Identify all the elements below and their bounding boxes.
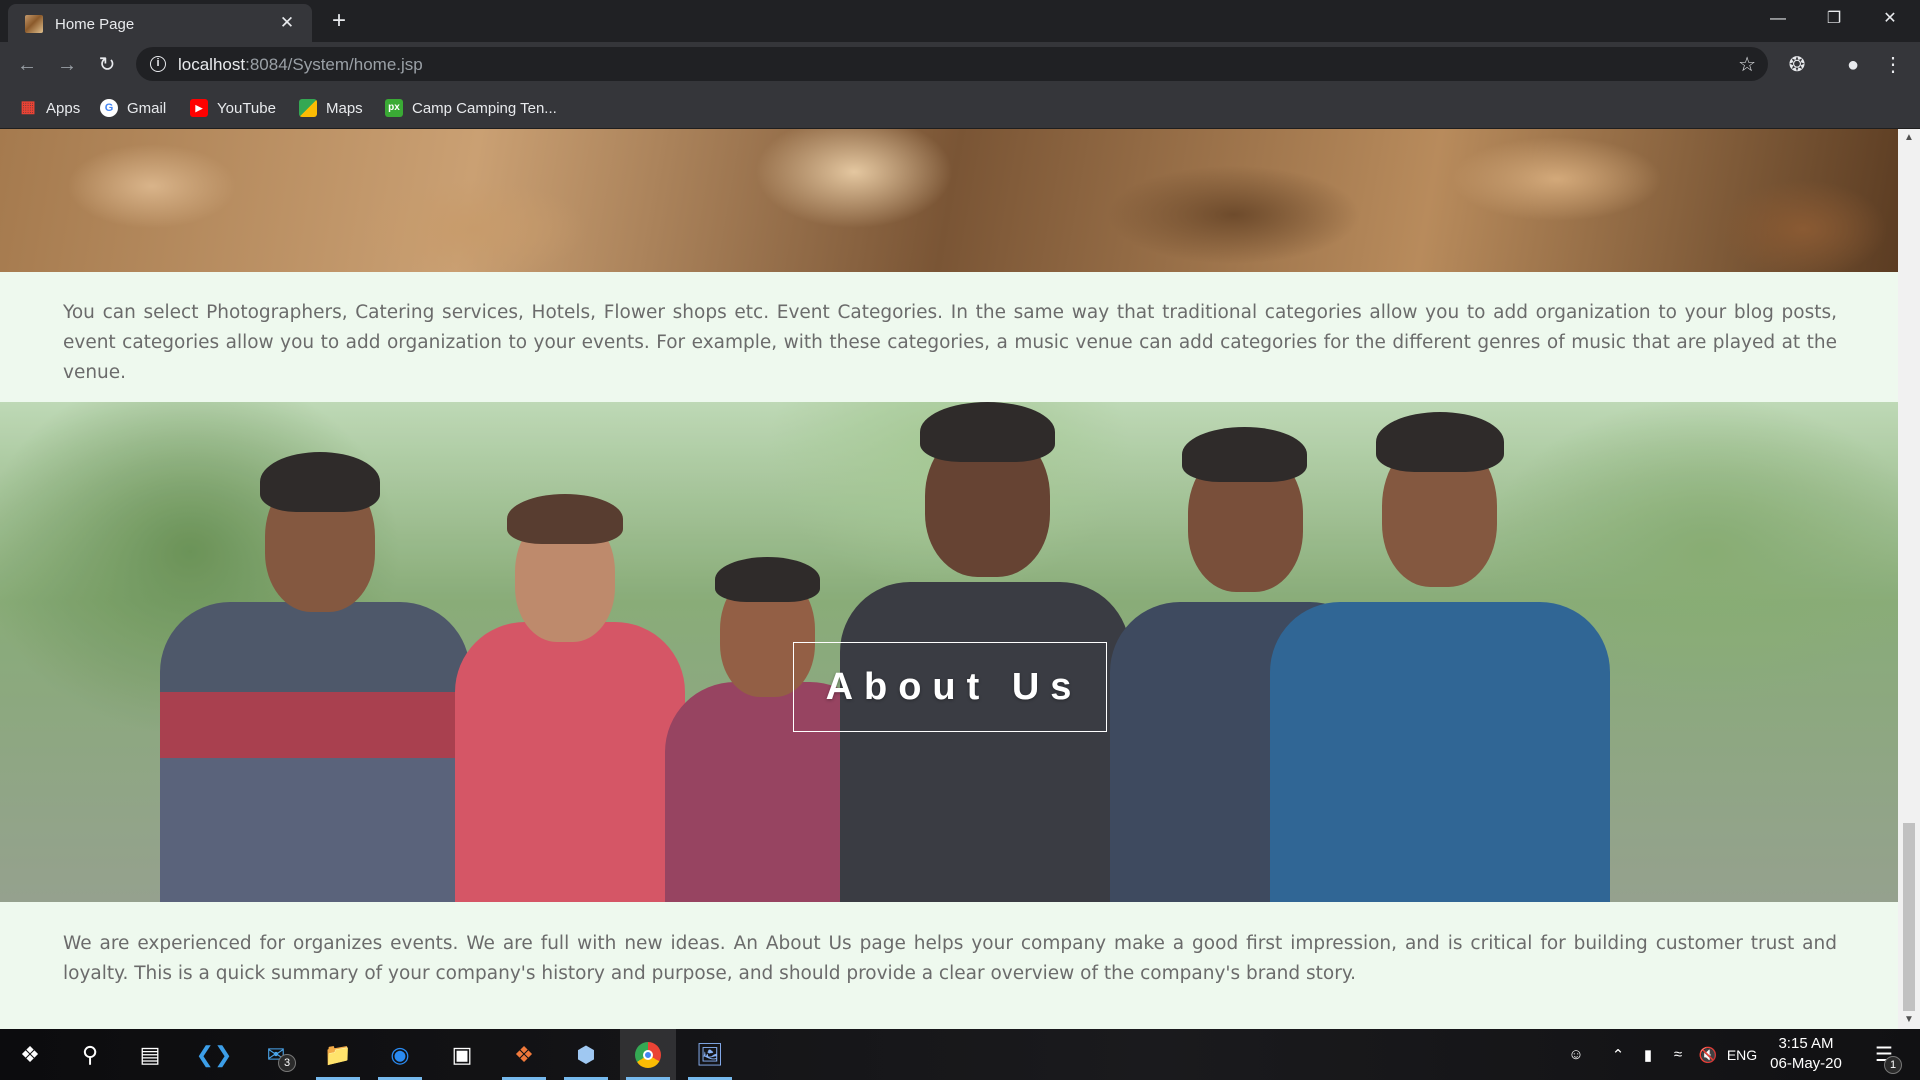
maps-icon [299, 99, 317, 117]
reload-icon[interactable]: ↻ [92, 50, 122, 80]
terminal-icon[interactable]: ▣ [434, 1029, 490, 1080]
windows-taskbar: ❖ ⚲ ▤ ❮❯ ✉ 3 📁 ◉ ▣ ❖ ⬢ 🖼 ☺ ⌃ ▮ ≈ 🔇 ENG 3:… [0, 1029, 1920, 1080]
tab-close-icon[interactable]: ✕ [276, 12, 298, 34]
restore-button[interactable]: ❐ [1806, 0, 1862, 38]
mail-badge: 3 [278, 1054, 296, 1072]
site-info-icon[interactable]: i [150, 56, 166, 72]
vscode-icon[interactable]: ❮❯ [186, 1029, 242, 1080]
bookmark-apps[interactable]: ▦ Apps [19, 87, 80, 129]
google-icon: G [100, 99, 118, 117]
address-bar[interactable]: i localhost:8084/System/home.jsp ☆ [136, 47, 1768, 81]
scrollbar-thumb[interactable] [1903, 823, 1915, 1011]
show-hidden-icons-icon[interactable]: ⌃ [1604, 1029, 1632, 1080]
firefox-icon[interactable]: ◉ [372, 1029, 428, 1080]
url-host: localhost [178, 55, 246, 74]
new-tab-button[interactable]: + [325, 7, 353, 35]
team-photo: About Us [0, 402, 1898, 902]
virtualbox-icon[interactable]: ⬢ [558, 1029, 614, 1080]
tab-strip: Home Page ✕ + — ❐ ✕ [0, 0, 1920, 42]
bookmark-label: Gmail [127, 99, 167, 117]
forward-arrow-icon[interactable]: → [52, 50, 82, 80]
people-icon[interactable]: ☺ [1560, 1029, 1592, 1080]
language-indicator[interactable]: ENG [1724, 1029, 1760, 1080]
file-explorer-icon[interactable]: 📁 [310, 1029, 366, 1080]
xampp-icon[interactable]: ❖ [496, 1029, 552, 1080]
bookmark-label: Maps [326, 99, 363, 117]
about-us-heading: About Us [793, 642, 1107, 732]
volume-muted-icon[interactable]: 🔇 [1694, 1029, 1722, 1080]
notification-center-icon[interactable]: ☰ 1 [1862, 1029, 1906, 1080]
scroll-down-arrow-icon[interactable]: ▼ [1898, 1011, 1920, 1029]
tab-home-page[interactable]: Home Page ✕ [8, 4, 312, 42]
bookmarks-bar: ▦ Apps G Gmail ▶ YouTube Maps px Camp Ca… [0, 87, 1920, 129]
px-icon: px [385, 99, 403, 117]
battery-icon[interactable]: ▮ [1634, 1029, 1662, 1080]
clock-time: 3:15 AM [1778, 1035, 1834, 1052]
scroll-up-arrow-icon[interactable]: ▲ [1898, 129, 1920, 147]
page-viewport[interactable]: You can select Photographers, Catering s… [0, 129, 1920, 1029]
wifi-icon[interactable]: ≈ [1664, 1029, 1692, 1080]
chrome-icon[interactable] [620, 1029, 676, 1080]
clock-date: 06-May-20 [1770, 1055, 1842, 1072]
image-viewer-icon[interactable]: 🖼 [682, 1029, 738, 1080]
tab-title: Home Page [55, 16, 135, 33]
mail-icon[interactable]: ✉ 3 [248, 1029, 304, 1080]
about-us-description: We are experienced for organizes events.… [63, 933, 1837, 984]
apps-grid-icon: ▦ [20, 99, 36, 116]
minimize-button[interactable]: — [1750, 0, 1806, 38]
url-text[interactable]: localhost:8084/System/home.jsp [178, 55, 423, 75]
back-arrow-icon[interactable]: ← [12, 50, 42, 80]
browser-toolbar: ← → ↻ i localhost:8084/System/home.jsp ☆… [0, 42, 1920, 87]
task-view-icon[interactable]: ▤ [122, 1029, 178, 1080]
leaves-banner-image [0, 129, 1898, 272]
browser-menu-icon[interactable]: ⋮ [1878, 50, 1908, 80]
categories-description: You can select Photographers, Catering s… [63, 302, 1837, 383]
bookmark-youtube[interactable]: ▶ YouTube [190, 87, 276, 129]
profile-avatar-icon[interactable]: ● [1838, 50, 1868, 80]
windows-start-icon[interactable]: ❖ [2, 1029, 58, 1080]
extension-icon[interactable]: ❂ [1782, 50, 1812, 80]
bookmark-label: YouTube [217, 99, 276, 117]
window-close-button[interactable]: ✕ [1862, 0, 1918, 38]
system-clock[interactable]: 3:15 AM 06-May-20 [1758, 1034, 1854, 1074]
bookmark-label: Camp Camping Ten... [412, 99, 557, 117]
bookmark-star-icon[interactable]: ☆ [1738, 52, 1756, 77]
url-path: :8084/System/home.jsp [245, 55, 423, 74]
notification-badge: 1 [1884, 1056, 1902, 1074]
page-scrollbar[interactable]: ▲ ▼ [1898, 129, 1920, 1029]
search-icon[interactable]: ⚲ [62, 1029, 118, 1080]
bookmark-label: Apps [46, 99, 81, 117]
page-favicon-icon [25, 15, 43, 33]
youtube-icon: ▶ [190, 99, 208, 117]
bookmark-maps[interactable]: Maps [299, 87, 363, 129]
bookmark-gmail[interactable]: G Gmail [100, 87, 166, 129]
bookmark-camp-camping[interactable]: px Camp Camping Ten... [385, 87, 557, 129]
